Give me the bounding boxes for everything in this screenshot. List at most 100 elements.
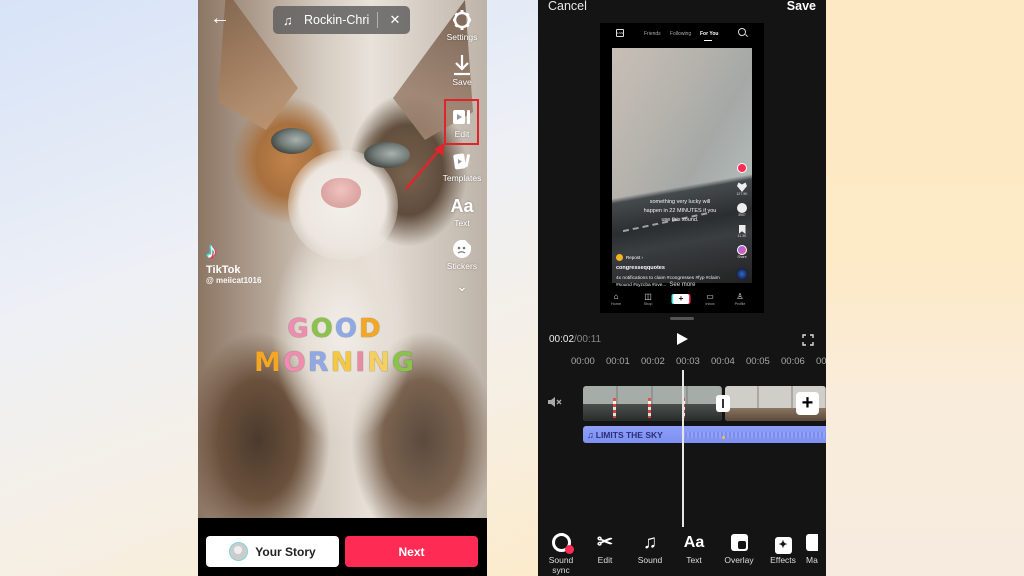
rail-bookmarks: 11.3K	[733, 225, 751, 238]
chevron-down-icon: ⌄	[456, 278, 468, 294]
preview-caption: something very lucky will happen in 22 M…	[643, 199, 717, 223]
profile-icon: ♙	[736, 292, 744, 301]
sound-pill[interactable]: ♫ Rockin-Chris ... ✕	[273, 6, 410, 34]
tiktok-editor-screen: ← ♫ Rockin-Chris ... ✕ Settings Save Edi…	[198, 0, 487, 576]
sticker-icon	[453, 240, 471, 258]
transition-button[interactable]	[716, 395, 730, 412]
mute-icon[interactable]	[547, 396, 563, 408]
rail-share: Share	[733, 245, 751, 259]
rail-comments: 3907	[733, 203, 751, 217]
sound-disc-icon	[736, 268, 748, 280]
tool-label: Effects	[770, 555, 796, 565]
beat-marker	[722, 436, 725, 439]
sticker-letter: I	[355, 347, 368, 378]
tool-label: Save	[452, 77, 472, 87]
download-icon	[454, 55, 470, 76]
tool-label: Sound sync	[548, 555, 574, 575]
preview-username: congresseqquotes	[616, 265, 665, 271]
sticker-letter: M	[253, 347, 283, 378]
shop-icon: ◫	[644, 292, 652, 301]
sound-sync-icon	[551, 533, 574, 554]
home-icon: ⌂	[613, 292, 619, 301]
close-icon[interactable]: ✕	[386, 12, 404, 28]
current-time: 00:02	[549, 334, 575, 345]
tool-sound[interactable]: ♫ Sound	[628, 531, 672, 565]
playhead[interactable]	[682, 370, 684, 527]
sticker-letter: G	[287, 314, 311, 344]
search-icon	[738, 28, 746, 36]
sticker-line-1: GOOD	[250, 312, 420, 346]
live-icon: LIVE	[616, 29, 624, 37]
next-button[interactable]: Next	[345, 536, 478, 567]
tool-text[interactable]: Aa Text	[672, 531, 716, 565]
more-tool-icon	[806, 534, 818, 551]
music-note-icon: ♫	[587, 429, 594, 440]
nav-home: ⌂ Home	[604, 292, 628, 306]
comment-icon	[737, 203, 747, 213]
nav-label: Home	[610, 302, 622, 306]
tool-more[interactable]: Ma	[806, 531, 826, 565]
repost-icon	[616, 253, 623, 261]
tool-settings[interactable]: Settings	[437, 8, 487, 42]
annotation-arrow-icon	[405, 143, 445, 190]
sticker-letter: O	[282, 347, 308, 378]
annotation-highlight-box	[444, 99, 479, 145]
tool-effects[interactable]: ✦ Effects	[761, 531, 805, 565]
comments-count: 3907	[738, 213, 746, 217]
avatar	[229, 542, 249, 561]
add-clip-button[interactable]: +	[796, 392, 819, 415]
sticker-letter: N	[367, 347, 392, 378]
tool-sound-sync[interactable]: Sound sync	[539, 531, 583, 575]
tool-overlay[interactable]: Overlay	[717, 531, 761, 565]
text-icon: Aa	[450, 196, 474, 216]
sound-title: Rockin-Chris ...	[304, 13, 369, 27]
scissors-icon: ✂	[597, 532, 613, 553]
sticker-letter: G	[391, 347, 417, 378]
bookmark-icon	[738, 225, 746, 234]
bottom-action-bar: Your Story Next	[198, 518, 487, 576]
clip-marker	[613, 398, 616, 418]
play-icon[interactable]	[677, 333, 688, 345]
your-story-button[interactable]: Your Story	[206, 536, 339, 567]
preview-resize-handle[interactable]	[670, 317, 694, 320]
preview-description: 4x notifications to claim #congresses #f…	[616, 275, 731, 289]
overlay-icon	[730, 534, 748, 551]
tool-label: Overlay	[724, 555, 754, 565]
sticker-letter: O	[310, 314, 335, 344]
templates-icon	[453, 153, 471, 170]
gear-icon	[453, 10, 471, 30]
nav-profile: ♙ Profile	[728, 292, 752, 306]
ruler-tick: 00:07	[816, 356, 826, 367]
video-preview[interactable]: LIVE Friends Following For You something…	[600, 23, 764, 313]
tool-save[interactable]: Save	[437, 53, 487, 87]
timeline-ruler: 00:00 00:01 00:02 00:03 00:04 00:05 00:0…	[538, 356, 826, 370]
tool-edit[interactable]: ✂ Edit	[583, 531, 627, 565]
ruler-tick: 00:05	[746, 356, 770, 367]
cat-nose	[321, 178, 361, 208]
nav-inbox: ▭ Inbox	[698, 292, 722, 306]
audio-track[interactable]: ♫ LIMITS THE SKY	[583, 426, 826, 443]
rail-likes: 127.9K	[733, 182, 751, 196]
tool-text[interactable]: Aa Text	[437, 194, 487, 228]
back-icon[interactable]: ←	[210, 8, 232, 28]
cat-eye-left	[271, 128, 313, 154]
fullscreen-icon[interactable]	[802, 334, 814, 346]
tool-expand[interactable]: ⌄	[437, 278, 487, 296]
ruler-tick: 00:03	[676, 356, 700, 367]
good-morning-sticker[interactable]: GOOD MORNING	[250, 312, 420, 380]
music-note-icon: ♫	[642, 532, 658, 553]
nav-label: Shop	[643, 302, 653, 306]
preview-tab-following: Following	[670, 31, 692, 37]
tool-stickers[interactable]: Stickers	[437, 237, 487, 271]
tool-label: Ma	[806, 555, 818, 565]
share-label: Share	[737, 255, 747, 259]
video-clip-1[interactable]	[583, 386, 722, 421]
save-button[interactable]: Save	[787, 0, 816, 13]
see-more-link: See more	[669, 282, 696, 288]
inbox-icon: ▭	[706, 292, 714, 301]
sticker-letter: R	[307, 347, 331, 378]
cancel-button[interactable]: Cancel	[548, 0, 587, 13]
tool-label: Text	[686, 555, 702, 565]
video-edit-screen: Cancel Save LIVE Friends Following For Y…	[538, 0, 826, 576]
preview-top-nav: LIVE Friends Following For You	[600, 23, 764, 45]
